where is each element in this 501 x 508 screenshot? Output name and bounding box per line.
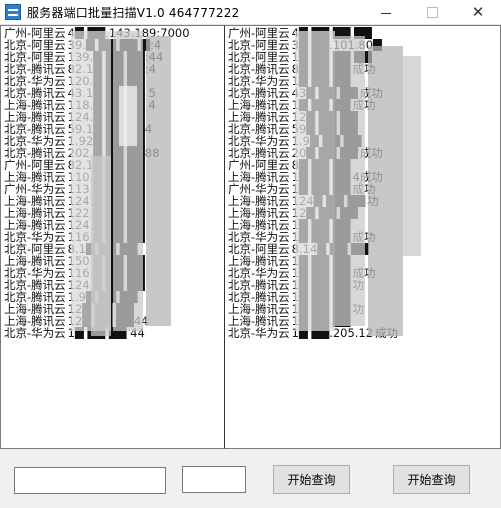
vendor-label: 上海-腾讯云 [4, 171, 66, 183]
redaction-mosaic [335, 36, 365, 326]
minimize-button[interactable] [363, 0, 409, 24]
vendor-label: 广州-阿里云 [228, 159, 290, 171]
port-input[interactable] [182, 466, 246, 493]
list-item[interactable]: 北京-华为云1█ ██.205.12成功 [228, 327, 498, 339]
maximize-icon [426, 6, 438, 18]
vendor-label: 上海-腾讯云 [4, 207, 66, 219]
vendor-label: 上海-腾讯云 [228, 303, 290, 315]
vendor-label: 北京-阿里云 [4, 39, 66, 51]
vendor-label: 上海-腾讯云 [4, 219, 66, 231]
vendor-label: 北京-腾讯云 [228, 279, 290, 291]
vendor-label: 北京-阿里云 [228, 243, 290, 255]
close-icon: ✕ [471, 3, 485, 21]
vendor-label: 上海-腾讯云 [228, 195, 290, 207]
vendor-label: 北京-华为云 [228, 135, 290, 147]
vendor-label: 上海-腾讯云 [4, 111, 66, 123]
window-title: 服务器端口批量扫描V1.0 464777222 [27, 5, 240, 20]
app-icon [5, 4, 21, 20]
vendor-label: 上海-腾讯云 [228, 207, 290, 219]
window-controls: ✕ [363, 0, 501, 24]
vendor-label: 北京-腾讯云 [228, 147, 290, 159]
vendor-label: 上海-腾讯云 [228, 255, 290, 267]
vendor-label: 北京-华为云 [4, 135, 66, 147]
vendor-label: 上海-腾讯云 [4, 255, 66, 267]
redaction-mosaic [295, 31, 335, 331]
close-button[interactable]: ✕ [455, 0, 501, 24]
vendor-label: 上海-腾讯云 [4, 99, 66, 111]
vendor-label: 北京-腾讯云 [228, 63, 290, 75]
vendor-label: 北京-阿里云 [4, 51, 66, 63]
redaction-mosaic [91, 156, 111, 336]
vendor-label: 北京-华为云 [4, 327, 66, 339]
vendor-label: 北京-腾讯云 [4, 63, 66, 75]
vendor-label: 北京-阿里云 [228, 51, 290, 63]
vendor-label: 上海-腾讯云 [228, 99, 290, 111]
vendor-label: 广州-阿里云 [228, 27, 290, 39]
start-query-button-right[interactable]: 开始查询 [393, 465, 470, 494]
vendor-label: 上海-腾讯云 [228, 219, 290, 231]
redaction-mosaic [368, 46, 403, 336]
target-input[interactable] [14, 467, 166, 494]
vendor-label: 上海-腾讯云 [228, 111, 290, 123]
redaction-mosaic [403, 56, 421, 256]
vendor-label: 北京-华为云 [4, 75, 66, 87]
vendor-label: 北京-腾讯云 [4, 123, 66, 135]
vendor-label: 广州-华为云 [4, 183, 66, 195]
vendor-label: 北京-华为云 [4, 231, 66, 243]
vendor-label: 广州-华为云 [228, 183, 290, 195]
vendor-label: 北京-华为云 [228, 75, 290, 87]
vendor-label: 北京-腾讯云 [228, 87, 290, 99]
vendor-label: 上海-腾讯云 [4, 315, 66, 327]
vendor-label: 上海-腾讯云 [228, 171, 290, 183]
start-query-button-left[interactable]: 开始查询 [273, 465, 350, 494]
vendor-label: 北京-腾讯云 [4, 291, 66, 303]
vendor-label: 北京-阿里云 [228, 39, 290, 51]
minimize-icon [381, 12, 391, 14]
vendor-label: 北京-华为云 [228, 267, 290, 279]
vendor-label: 广州-阿里云 [4, 27, 66, 39]
redaction-mosaic [146, 36, 171, 326]
vendor-label: 北京-华为云 [4, 267, 66, 279]
vendor-label: 上海-腾讯云 [4, 303, 66, 315]
right-result-list[interactable]: 广州-阿里云4█ ██ ██ ██北京-阿里云3█ ██.101.80█北京-阿… [224, 25, 501, 449]
left-ip-list[interactable]: 广州-阿里云4█ ██.143.189:7000北京-阿里云39.█ ██ ██… [0, 25, 225, 449]
title-bar: 服务器端口批量扫描V1.0 464777222 ✕ [0, 0, 501, 25]
redaction-mosaic [113, 31, 143, 331]
maximize-button[interactable] [409, 0, 455, 24]
vendor-label: 北京-华为云 [228, 231, 290, 243]
vendor-label: 广州-阿里云 [4, 159, 66, 171]
redaction-mosaic [119, 86, 137, 146]
vendor-label: 北京-华为云 [228, 327, 290, 339]
vendor-label: 上海-腾讯云 [228, 315, 290, 327]
vendor-label: 北京-腾讯云 [228, 123, 290, 135]
vendor-label: 北京-阿里云 [4, 243, 66, 255]
bottom-toolbar: 开始查询 开始查询 [0, 449, 501, 508]
vendor-label: 上海-腾讯云 [4, 195, 66, 207]
vendor-label: 北京-腾讯云 [4, 87, 66, 99]
vendor-label: 北京-腾讯云 [228, 291, 290, 303]
vendor-label: 北京-腾讯云 [4, 147, 66, 159]
vendor-label: 北京-腾讯云 [4, 279, 66, 291]
